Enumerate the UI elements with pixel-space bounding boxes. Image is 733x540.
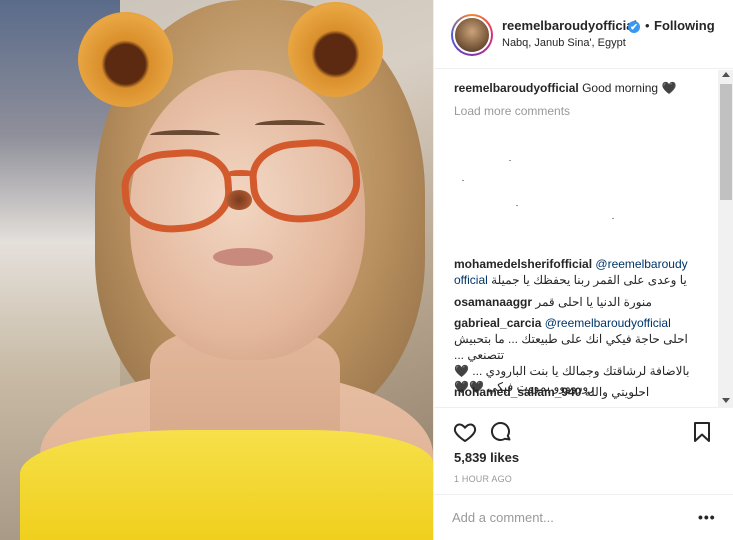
post-timestamp[interactable]: 1 HOUR AGO	[454, 474, 512, 484]
list-item: osamanaaggr منورة الدنيا يا احلى قمر	[454, 294, 719, 310]
comment-bubble-icon[interactable]	[489, 420, 513, 444]
caption: reemelbaroudyofficial Good morning 🖤	[454, 80, 719, 96]
comment-text: منورة الدنيا يا احلى قمر	[535, 295, 652, 309]
photo-lips	[213, 248, 273, 266]
comment-mention[interactable]: @reemelbaroudyofficial	[545, 316, 671, 330]
avatar[interactable]	[453, 16, 491, 54]
heart-icon[interactable]	[453, 420, 477, 444]
following-button[interactable]: Following	[654, 18, 715, 33]
avatar-story-ring[interactable]	[451, 14, 493, 56]
scrollbar-thumb[interactable]	[720, 84, 732, 200]
separator-dot: •	[645, 18, 650, 33]
photo-speck	[612, 218, 614, 219]
verified-badge-icon: ✔	[628, 21, 640, 33]
comment-username[interactable]: gabrieal_carcia	[454, 316, 541, 330]
list-item: mohamed_sallam_940 احلويتي والله	[454, 384, 719, 400]
comment-username[interactable]: mohamedelsherifofficial	[454, 257, 592, 271]
post-actions	[434, 412, 733, 452]
photo-speck	[516, 205, 518, 206]
comment-text: احلى حاجة فيكي انك على طبيعتك ... ما بتح…	[454, 332, 688, 362]
comment-mention[interactable]: official	[454, 273, 488, 287]
post-location[interactable]: Nabq, Janub Sina', Egypt	[502, 37, 626, 49]
comment-username[interactable]: mohamed_sallam_940	[454, 385, 581, 399]
caption-username[interactable]: reemelbaroudyofficial	[454, 81, 579, 95]
bear-nose-filter	[226, 190, 252, 210]
post-photo[interactable]	[0, 0, 433, 540]
bear-ear-filter	[288, 2, 383, 97]
glasses-bridge	[226, 170, 256, 178]
scroll-up-arrow-icon[interactable]	[722, 72, 730, 77]
bookmark-icon[interactable]	[690, 420, 714, 444]
post-username[interactable]: reemelbaroudyofficial	[502, 18, 637, 33]
photo-yellow-top	[20, 430, 433, 540]
comments-scrollbar[interactable]	[718, 70, 733, 408]
likes-count[interactable]: 5,839 likes	[454, 450, 519, 465]
post-header: reemelbaroudyofficial ✔ • Following Nabq…	[434, 0, 733, 69]
list-item: mohamedelsherifofficial @reemelbaroudy o…	[454, 256, 719, 288]
more-options-icon[interactable]: •••	[698, 509, 716, 525]
load-more-comments-button[interactable]: Load more comments	[454, 104, 570, 118]
comment-composer: •••	[434, 494, 733, 540]
photo-speck	[509, 160, 511, 161]
comment-text: يا وعدى على القمر ربنا يحفظك يا جميلة	[491, 273, 687, 287]
bear-ear-filter	[78, 12, 173, 107]
photo-brow	[255, 120, 325, 130]
comment-text: بالاضافة لرشاقتك وجمالك يا بنت البارودي …	[454, 364, 690, 378]
comment-mention[interactable]: @reemelbaroudy	[595, 257, 687, 271]
comment-text: احلويتي والله	[584, 385, 650, 399]
comments-list[interactable]: reemelbaroudyofficial Good morning 🖤 Loa…	[434, 70, 733, 408]
comment-username[interactable]: osamanaaggr	[454, 295, 532, 309]
caption-text: Good morning 🖤	[582, 81, 677, 95]
photo-brow	[150, 130, 220, 140]
add-comment-input[interactable]	[452, 505, 682, 529]
post-details-panel: reemelbaroudyofficial ✔ • Following Nabq…	[433, 0, 733, 540]
list-item: gabrieal_carcia @reemelbaroudyofficial ا…	[454, 315, 719, 395]
scroll-down-arrow-icon[interactable]	[722, 398, 730, 403]
photo-speck	[462, 180, 464, 181]
